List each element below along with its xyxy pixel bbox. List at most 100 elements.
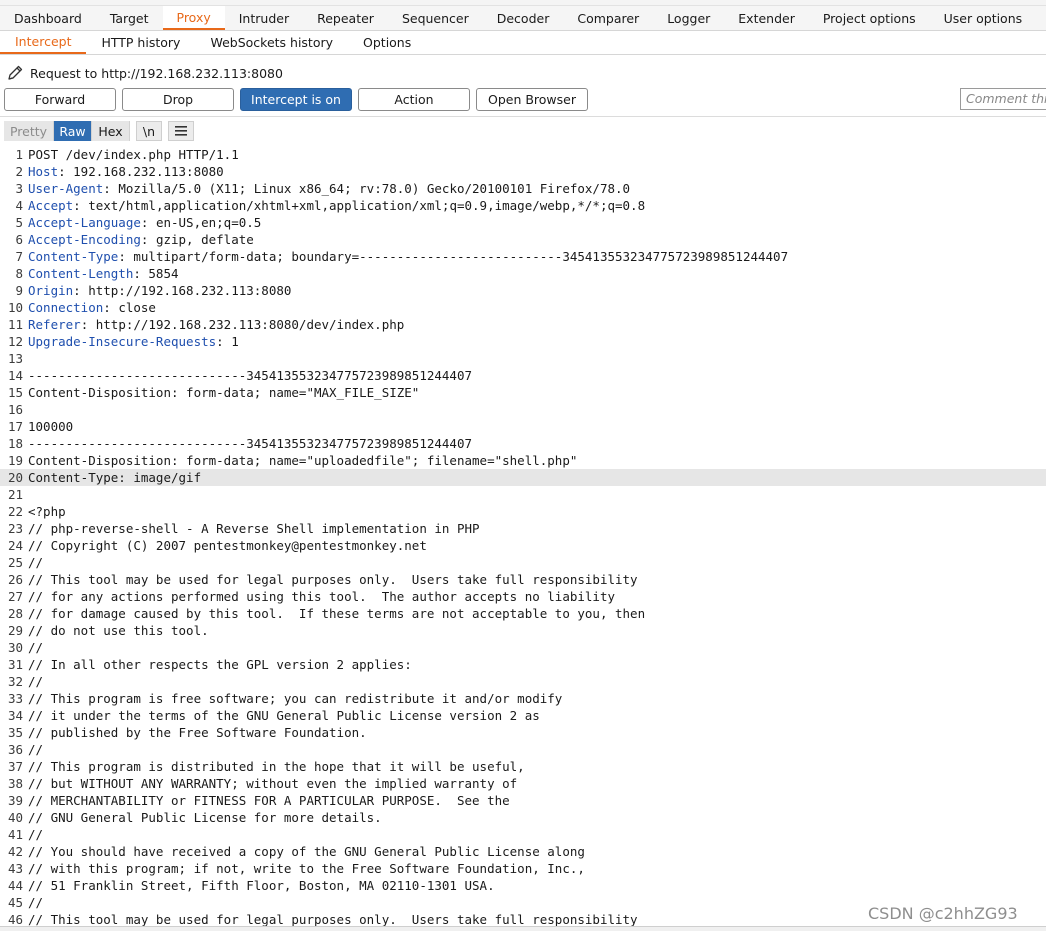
action-button[interactable]: Action — [358, 88, 470, 111]
code-line[interactable]: 41 // — [0, 826, 1046, 843]
line-content: // published by the Free Software Founda… — [28, 725, 367, 740]
code-line[interactable]: 18 -----------------------------345413553… — [0, 435, 1046, 452]
tab-proxy[interactable]: Proxy — [162, 6, 225, 30]
code-line[interactable]: 10 Connection: close — [0, 299, 1046, 316]
subtab-http-history[interactable]: HTTP history — [86, 31, 195, 54]
line-number: 19 — [7, 453, 23, 468]
view-raw-button[interactable]: Raw — [54, 121, 92, 141]
code-line[interactable]: 21 — [0, 486, 1046, 503]
code-line[interactable]: 20 Content-Type: image/gif — [0, 469, 1046, 486]
line-content: // for any actions performed using this … — [28, 589, 615, 604]
code-line[interactable]: 37 // This program is distributed in the … — [0, 758, 1046, 775]
tab-target[interactable]: Target — [96, 6, 163, 30]
code-line[interactable]: 12 Upgrade-Insecure-Requests: 1 — [0, 333, 1046, 350]
tab-dashboard[interactable]: Dashboard — [0, 6, 96, 30]
subtab-websockets-history[interactable]: WebSockets history — [195, 31, 348, 54]
code-line[interactable]: 17 100000 — [0, 418, 1046, 435]
code-line[interactable]: 26 // This tool may be used for legal pur… — [0, 571, 1046, 588]
code-line[interactable]: 13 — [0, 350, 1046, 367]
code-line[interactable]: 35 // published by the Free Software Foun… — [0, 724, 1046, 741]
tab-logger[interactable]: Logger — [653, 6, 724, 30]
code-line[interactable]: 39 // MERCHANTABILITY or FITNESS FOR A PA… — [0, 792, 1046, 809]
code-line[interactable]: 14 -----------------------------345413553… — [0, 367, 1046, 384]
line-number: 37 — [7, 759, 23, 774]
main-tab-bar: Dashboard Target Proxy Intruder Repeater… — [0, 6, 1046, 31]
code-line[interactable]: 27 // for any actions performed using thi… — [0, 588, 1046, 605]
menu-options-button[interactable] — [168, 121, 194, 141]
tab-sequencer[interactable]: Sequencer — [388, 6, 483, 30]
line-number: 11 — [7, 317, 23, 332]
tab-repeater[interactable]: Repeater — [303, 6, 388, 30]
code-line[interactable]: 4 Accept: text/html,application/xhtml+xml… — [0, 197, 1046, 214]
line-content: // This program is free software; you ca… — [28, 691, 563, 706]
code-line[interactable]: 23 // php-reverse-shell - A Reverse Shell… — [0, 520, 1046, 537]
line-number: 27 — [7, 589, 23, 604]
code-line[interactable]: 36 // — [0, 741, 1046, 758]
code-line[interactable]: 6 Accept-Encoding: gzip, deflate — [0, 231, 1046, 248]
tab-decoder[interactable]: Decoder — [483, 6, 564, 30]
tab-comparer[interactable]: Comparer — [563, 6, 653, 30]
line-number: 34 — [7, 708, 23, 723]
code-line[interactable]: 33 // This program is free software; you … — [0, 690, 1046, 707]
tab-extender[interactable]: Extender — [724, 6, 809, 30]
line-number: 26 — [7, 572, 23, 587]
code-line[interactable]: 7 Content-Type: multipart/form-data; boun… — [0, 248, 1046, 265]
code-line[interactable]: 2 Host: 192.168.232.113:8080 — [0, 163, 1046, 180]
show-newlines-button[interactable]: \n — [136, 121, 162, 141]
comment-input[interactable]: Comment this item — [960, 88, 1046, 110]
subtab-intercept[interactable]: Intercept — [0, 31, 87, 54]
line-number: 14 — [7, 368, 23, 383]
line-content: // it under the terms of the GNU General… — [28, 708, 540, 723]
code-line[interactable]: 3 User-Agent: Mozilla/5.0 (X11; Linux x86… — [0, 180, 1046, 197]
line-number: 41 — [7, 827, 23, 842]
code-line[interactable]: 40 // GNU General Public License for more… — [0, 809, 1046, 826]
intercept-toggle-button[interactable]: Intercept is on — [240, 88, 352, 111]
code-line[interactable]: 11 Referer: http://192.168.232.113:8080/d… — [0, 316, 1046, 333]
line-number: 2 — [15, 164, 23, 179]
tab-intruder[interactable]: Intruder — [225, 6, 303, 30]
line-number: 4 — [15, 198, 23, 213]
code-line[interactable]: 15 Content-Disposition: form-data; name="… — [0, 384, 1046, 401]
code-line[interactable]: 16 — [0, 401, 1046, 418]
code-line[interactable]: 19 Content-Disposition: form-data; name="… — [0, 452, 1046, 469]
forward-button[interactable]: Forward — [4, 88, 116, 111]
drop-button[interactable]: Drop — [122, 88, 234, 111]
header-value: : 5854 — [133, 266, 179, 281]
toolbar-divider — [0, 116, 1046, 117]
open-browser-button[interactable]: Open Browser — [476, 88, 588, 111]
code-line[interactable]: 43 // with this program; if not, write to… — [0, 860, 1046, 877]
tab-project-options[interactable]: Project options — [809, 6, 930, 30]
code-line[interactable]: 24 // Copyright (C) 2007 pentestmonkey@pe… — [0, 537, 1046, 554]
code-line[interactable]: 42 // You should have received a copy of … — [0, 843, 1046, 860]
code-line[interactable]: 22 <?php — [0, 503, 1046, 520]
line-content: POST /dev/index.php HTTP/1.1 — [28, 147, 239, 162]
line-number: 24 — [7, 538, 23, 553]
view-pretty-button[interactable]: Pretty — [4, 121, 54, 141]
code-line[interactable]: 32 // — [0, 673, 1046, 690]
code-line[interactable]: 25 // — [0, 554, 1046, 571]
view-hex-button[interactable]: Hex — [92, 121, 130, 141]
tab-user-options[interactable]: User options — [930, 6, 1037, 30]
line-content: <?php — [28, 504, 66, 519]
line-number: 6 — [15, 232, 23, 247]
code-line[interactable]: 44 // 51 Franklin Street, Fifth Floor, Bo… — [0, 877, 1046, 894]
message-view-modes: Pretty Raw Hex \n — [4, 121, 194, 141]
request-editor[interactable]: 1 POST /dev/index.php HTTP/1.1 2 Host: 192.… — [0, 146, 1046, 926]
code-line[interactable]: 1 POST /dev/index.php HTTP/1.1 — [0, 146, 1046, 163]
code-line[interactable]: 8 Content-Length: 5854 — [0, 265, 1046, 282]
line-number: 30 — [7, 640, 23, 655]
code-line[interactable]: 38 // but WITHOUT ANY WARRANTY; without e… — [0, 775, 1046, 792]
line-number: 15 — [7, 385, 23, 400]
code-line[interactable]: 29 // do not use this tool. — [0, 622, 1046, 639]
hamburger-icon — [175, 126, 187, 136]
code-line[interactable]: 31 // In all other respects the GPL versi… — [0, 656, 1046, 673]
code-line[interactable]: 9 Origin: http://192.168.232.113:8080 — [0, 282, 1046, 299]
code-line[interactable]: 5 Accept-Language: en-US,en;q=0.5 — [0, 214, 1046, 231]
code-line[interactable]: 28 // for damage caused by this tool. If … — [0, 605, 1046, 622]
subtab-options[interactable]: Options — [348, 31, 426, 54]
pencil-icon[interactable] — [6, 64, 24, 82]
code-line[interactable]: 34 // it under the terms of the GNU Gener… — [0, 707, 1046, 724]
line-content: Host: 192.168.232.113:8080 — [28, 163, 224, 180]
code-line[interactable]: 30 // — [0, 639, 1046, 656]
line-content: Accept: text/html,application/xhtml+xml,… — [28, 197, 645, 214]
